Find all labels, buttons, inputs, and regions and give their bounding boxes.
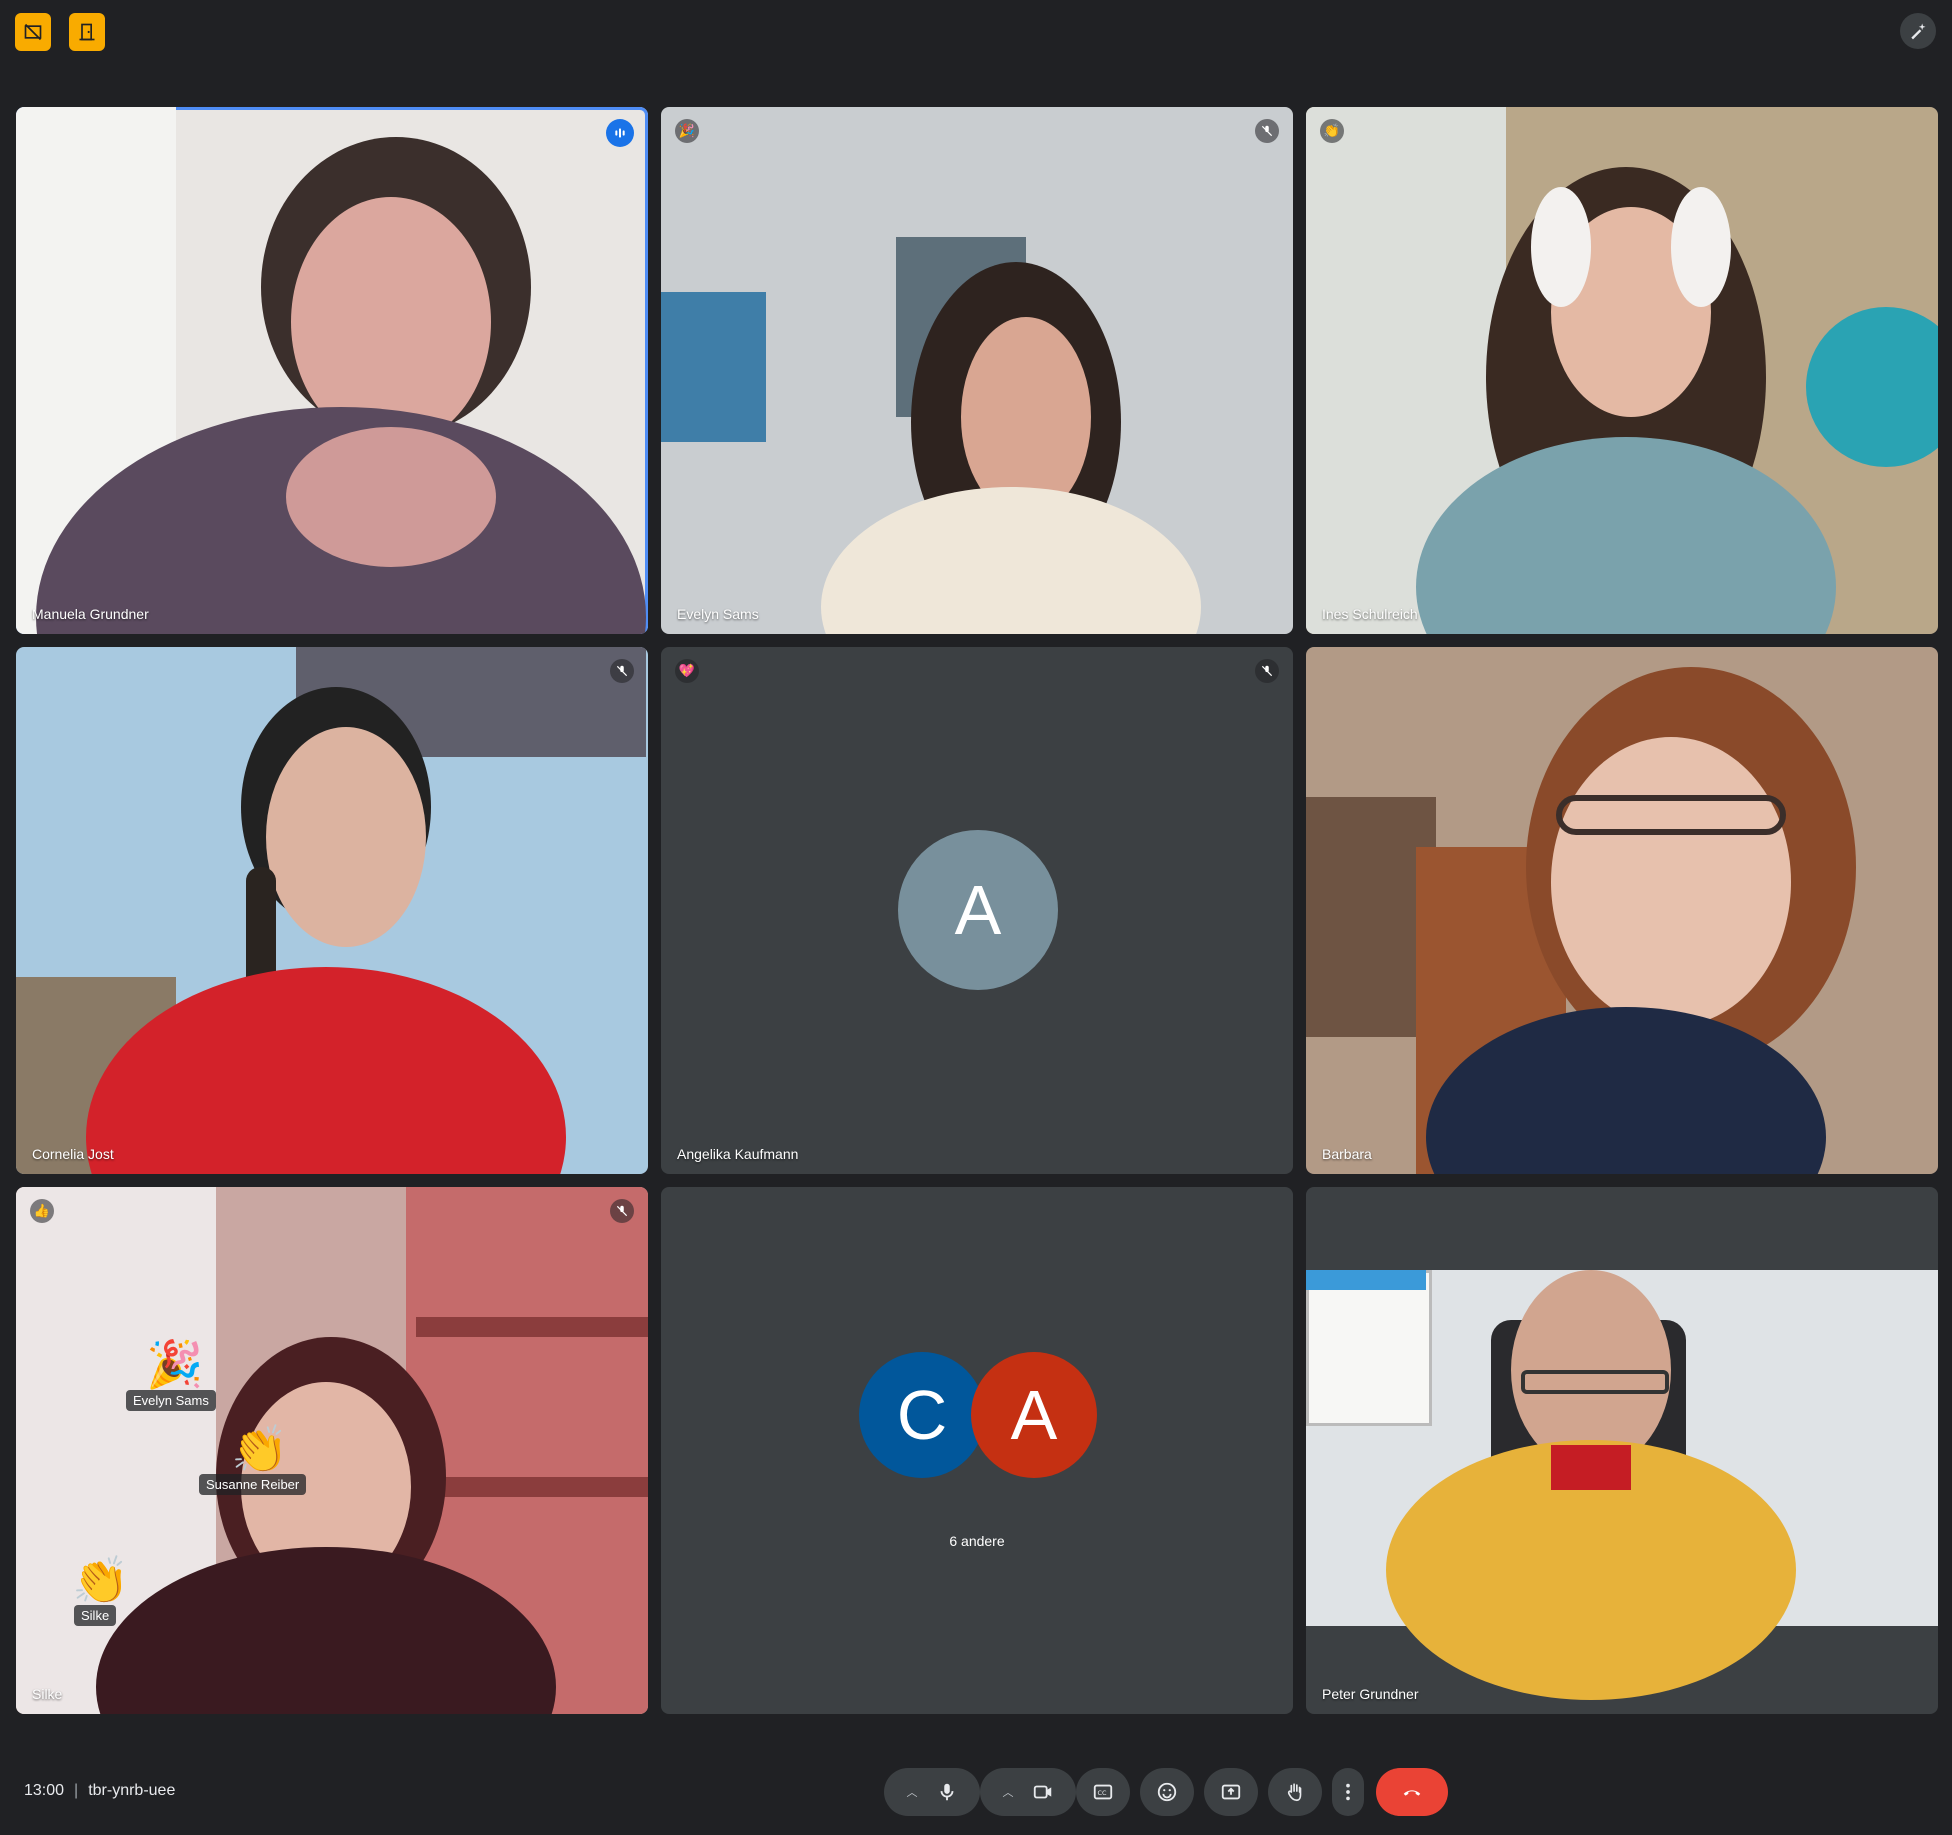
mic-icon (940, 1783, 953, 1801)
avatar: A (971, 1352, 1097, 1478)
video-feed (1306, 107, 1938, 634)
reaction-sender: Evelyn Sams (126, 1390, 216, 1411)
party-popper-icon: 🎉 (146, 1338, 204, 1390)
video-feed (1306, 647, 1938, 1174)
participant-name: Cornelia Jost (32, 1146, 114, 1162)
chevron-up-icon[interactable]: ︿ (1003, 1784, 1014, 1800)
captions-button[interactable]: CC (1076, 1768, 1130, 1816)
participant-name: Peter Grundner (1322, 1686, 1419, 1702)
host-controls-button[interactable] (15, 13, 51, 51)
raise-hand-icon (1287, 1783, 1302, 1802)
participant-name: Evelyn Sams (677, 606, 759, 622)
raise-hand-button[interactable] (1268, 1768, 1322, 1816)
reaction-sender: Silke (74, 1605, 117, 1626)
others-tile[interactable]: C A 6 andere (661, 1187, 1293, 1714)
participant-tile[interactable]: Barbara (1306, 647, 1938, 1174)
participant-name: Silke (32, 1686, 63, 1702)
clapping-hands-icon: 👏 (72, 1554, 130, 1606)
participant-tile[interactable]: A 💖 Angelika Kaufmann (661, 647, 1293, 1174)
participant-tile[interactable]: Peter Grundner (1306, 1187, 1938, 1714)
svg-text:CC: CC (1098, 1789, 1107, 1797)
participant-name: Manuela Grundner (32, 606, 149, 622)
more-vert-icon (1346, 1783, 1350, 1801)
present-screen-icon (1221, 1784, 1241, 1800)
meeting-info: 13:00 | tbr-ynrb-uee (24, 1782, 176, 1799)
participant-name: Angelika Kaufmann (677, 1146, 799, 1162)
video-feed (661, 107, 1293, 634)
mic-control[interactable]: ︿ (884, 1768, 980, 1816)
meeting-code: tbr-ynrb-uee (88, 1782, 176, 1799)
video-feed (1306, 1270, 1938, 1700)
reaction-icon: 👍 (30, 1199, 54, 1223)
participant-name: Ines Schulreich (1322, 606, 1418, 622)
participant-tile[interactable]: Manuela Grundner (16, 107, 648, 634)
mic-off-icon (610, 659, 634, 683)
avatar: C (859, 1352, 985, 1478)
captions-icon: CC (1093, 1784, 1113, 1800)
more-options-button[interactable] (1332, 1768, 1364, 1816)
participant-tile[interactable]: Cornelia Jost (16, 647, 648, 1174)
others-count: 6 andere (949, 1533, 1005, 1549)
present-button[interactable] (1204, 1768, 1258, 1816)
participant-tile[interactable]: 👍 🎉 Evelyn Sams 👏 Susanne Reiber 👏 Silke… (16, 1187, 648, 1714)
mic-off-icon (610, 1199, 634, 1223)
camera-icon (1033, 1785, 1051, 1799)
video-feed (16, 107, 648, 634)
reaction-sender: Susanne Reiber (199, 1474, 307, 1495)
participant-tile[interactable]: 🎉 Evelyn Sams (661, 107, 1293, 634)
participant-name: Barbara (1322, 1146, 1372, 1162)
emoji-button[interactable] (1140, 1768, 1194, 1816)
chevron-up-icon[interactable]: ︿ (907, 1784, 918, 1800)
speaking-indicator-icon (606, 119, 634, 147)
host-controls-icon (24, 23, 42, 41)
reaction-icon: 👏 (1320, 119, 1344, 143)
reaction-icon: 🎉 (675, 119, 699, 143)
emoji-icon (1157, 1782, 1177, 1802)
camera-control[interactable]: ︿ (980, 1768, 1076, 1816)
pencil-sparkle-button[interactable] (1900, 13, 1936, 49)
pencil-sparkle-icon (1911, 23, 1926, 40)
video-feed (16, 1187, 648, 1714)
mic-off-icon (1255, 119, 1279, 143)
end-call-button[interactable] (1376, 1768, 1448, 1816)
reaction-icon: 💖 (675, 659, 699, 683)
door-icon (79, 23, 95, 41)
avatar: A (898, 830, 1058, 990)
mic-off-icon (1255, 659, 1279, 683)
door-button[interactable] (69, 13, 105, 51)
participant-tile[interactable]: 👏 Ines Schulreich (1306, 107, 1938, 634)
end-call-icon (1403, 1790, 1421, 1796)
top-bar (0, 0, 1952, 68)
video-feed (16, 647, 648, 1174)
call-controls-bar: 13:00 | tbr-ynrb-uee ︿ ︿ CC (0, 1764, 1952, 1824)
clapping-hands-icon: 👏 (231, 1423, 289, 1475)
meeting-time: 13:00 (24, 1782, 65, 1799)
